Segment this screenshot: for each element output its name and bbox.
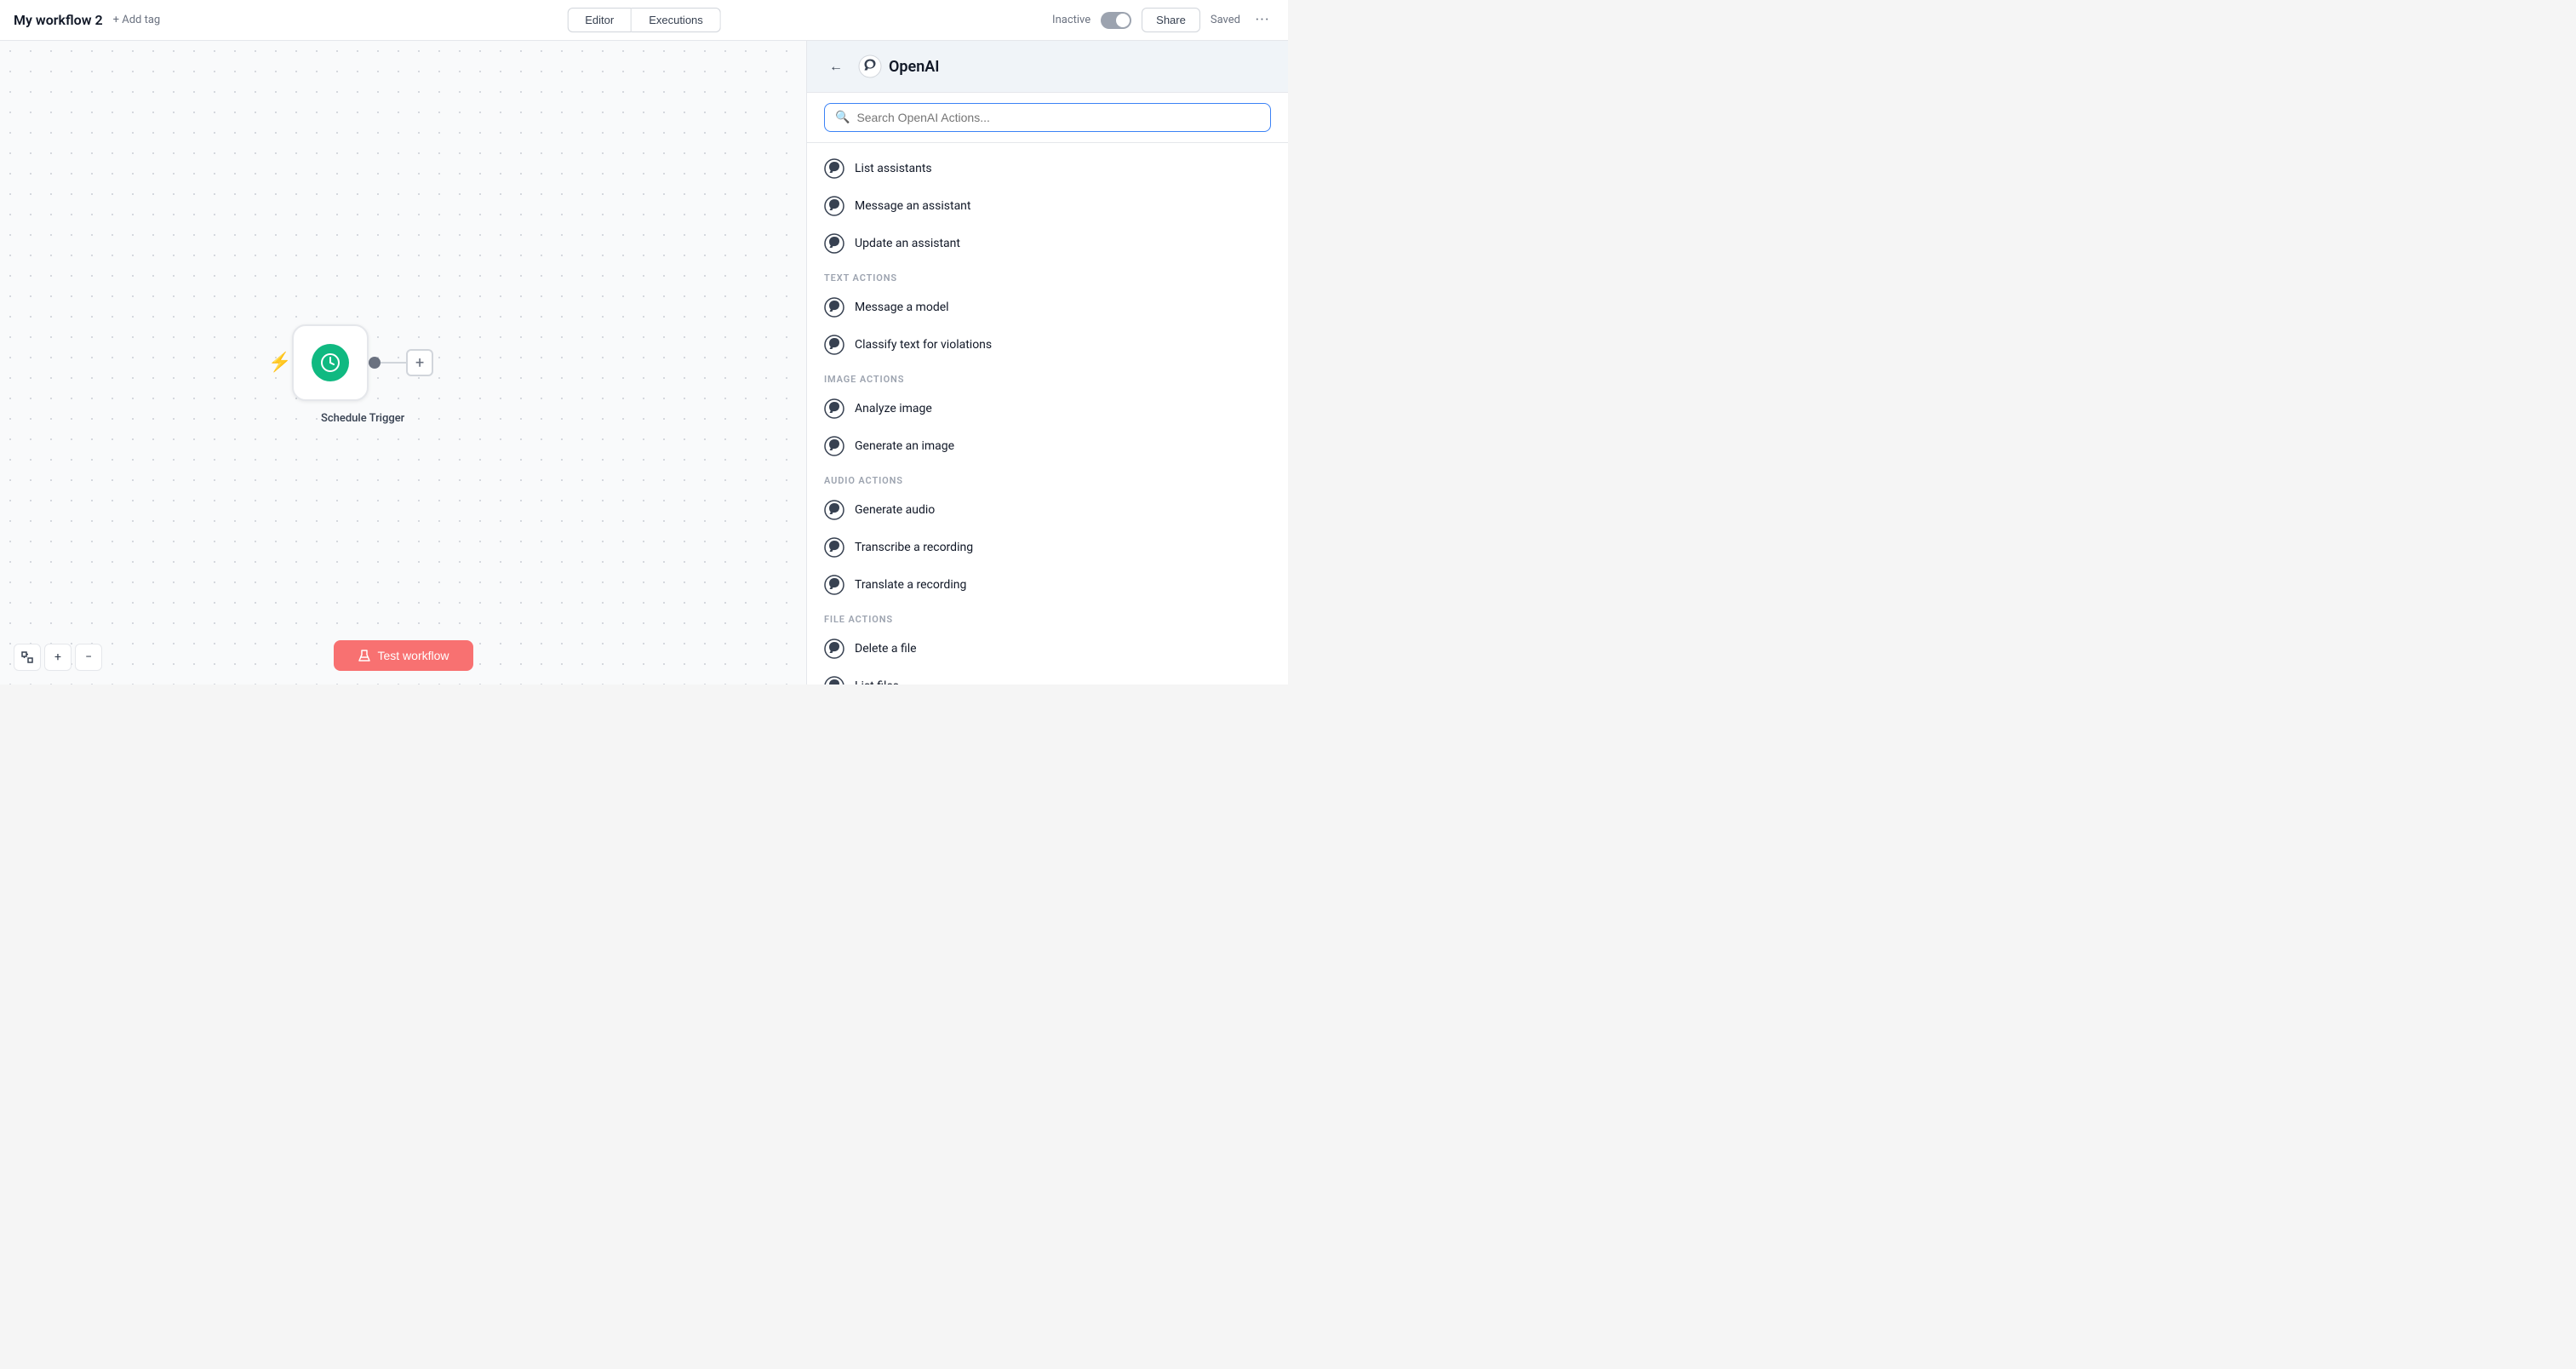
share-button[interactable]: Share (1142, 8, 1200, 32)
connector-line (381, 362, 406, 364)
action-label-translate-recording: Translate a recording (855, 578, 966, 592)
tab-editor[interactable]: Editor (567, 8, 632, 32)
node-connector: + (369, 349, 433, 376)
section-label-audio-actions: AUDIO ACTIONS (807, 465, 1288, 491)
openai-icon-generate-audio (824, 500, 844, 520)
workflow-canvas: ⚡ + Schedule Trigger + − (0, 41, 806, 684)
openai-logo-icon (858, 54, 882, 78)
action-generate-image[interactable]: Generate an image (807, 427, 1288, 465)
action-label-list-files: List files (855, 679, 899, 684)
test-workflow-label: Test workflow (377, 649, 449, 662)
test-workflow-button[interactable]: Test workflow (333, 640, 472, 671)
openai-icon-update-assistant (824, 233, 844, 254)
action-analyze-image[interactable]: Analyze image (807, 390, 1288, 427)
search-input[interactable] (856, 111, 1260, 124)
section-label-image-actions: IMAGE ACTIONS (807, 364, 1288, 390)
openai-icon-classify-text (824, 335, 844, 355)
zoom-in-button[interactable]: + (44, 644, 72, 671)
action-message-model[interactable]: Message a model (807, 289, 1288, 326)
openai-icon-analyze-image (824, 398, 844, 419)
sidebar-header: ← OpenAI (807, 41, 1288, 93)
openai-icon-message-model (824, 297, 844, 318)
action-update-assistant[interactable]: Update an assistant (807, 225, 1288, 262)
saved-label: Saved (1211, 14, 1240, 26)
action-label-update-assistant: Update an assistant (855, 237, 960, 250)
openai-icon-generate-image (824, 436, 844, 456)
header: My workflow 2 + Add tag Editor Execution… (0, 0, 1288, 41)
action-label-generate-audio: Generate audio (855, 503, 935, 517)
action-label-transcribe-recording: Transcribe a recording (855, 541, 973, 554)
search-icon: 🔍 (835, 111, 850, 124)
action-classify-text[interactable]: Classify text for violations (807, 326, 1288, 364)
action-transcribe-recording[interactable]: Transcribe a recording (807, 529, 1288, 566)
action-label-generate-image: Generate an image (855, 439, 954, 453)
node-box[interactable] (292, 324, 369, 401)
fit-view-button[interactable] (14, 644, 41, 671)
tab-executions[interactable]: Executions (632, 8, 721, 32)
canvas-controls: + − (14, 644, 102, 671)
fit-icon (20, 650, 34, 664)
action-label-delete-file: Delete a file (855, 642, 917, 656)
action-list-files[interactable]: List files (807, 667, 1288, 684)
action-translate-recording[interactable]: Translate a recording (807, 566, 1288, 604)
add-tag-button[interactable]: + Add tag (113, 14, 161, 26)
sidebar-title: OpenAI (858, 54, 939, 78)
inactive-label: Inactive (1052, 14, 1091, 26)
section-label-file-actions: FILE ACTIONS (807, 604, 1288, 630)
flask-icon (357, 649, 370, 662)
zoom-out-button[interactable]: − (75, 644, 102, 671)
openai-icon-message-assistant (824, 196, 844, 216)
back-button[interactable]: ← (824, 54, 848, 78)
openai-icon-delete-file (824, 639, 844, 659)
lightning-icon: ⚡ (268, 352, 291, 374)
workflow-title: My workflow 2 (14, 12, 103, 28)
openai-icon-transcribe-recording (824, 537, 844, 558)
node-icon (312, 344, 349, 381)
add-node-button[interactable]: + (406, 349, 433, 376)
section-label-text-actions: TEXT ACTIONS (807, 262, 1288, 289)
schedule-trigger-node[interactable]: ⚡ + Schedule Trigger (292, 324, 433, 401)
tab-bar: Editor Executions (567, 8, 721, 32)
action-delete-file[interactable]: Delete a file (807, 630, 1288, 667)
sidebar-title-text: OpenAI (889, 58, 939, 76)
openai-icon-list-assistants (824, 158, 844, 179)
openai-icon-translate-recording (824, 575, 844, 595)
action-label-message-model: Message a model (855, 301, 949, 314)
connector-dot (369, 357, 381, 369)
node-label: Schedule Trigger (321, 412, 404, 425)
header-left: My workflow 2 + Add tag (14, 12, 1052, 28)
header-right: Inactive Share Saved ··· (1052, 8, 1274, 32)
actions-list: List assistants Message an assistant Upd… (807, 143, 1288, 684)
action-label-analyze-image: Analyze image (855, 402, 932, 415)
action-label-list-assistants: List assistants (855, 162, 932, 175)
clock-icon (320, 352, 341, 373)
openai-icon-list-files (824, 676, 844, 684)
action-label-classify-text: Classify text for violations (855, 338, 992, 352)
action-generate-audio[interactable]: Generate audio (807, 491, 1288, 529)
active-toggle[interactable] (1101, 12, 1131, 29)
action-message-assistant[interactable]: Message an assistant (807, 187, 1288, 225)
more-menu-button[interactable]: ··· (1251, 9, 1274, 32)
action-list-assistants[interactable]: List assistants (807, 150, 1288, 187)
search-input-wrap: 🔍 (824, 103, 1271, 132)
search-container: 🔍 (807, 93, 1288, 143)
action-label-message-assistant: Message an assistant (855, 199, 971, 213)
sidebar: ← OpenAI 🔍 List assistants (806, 41, 1288, 684)
